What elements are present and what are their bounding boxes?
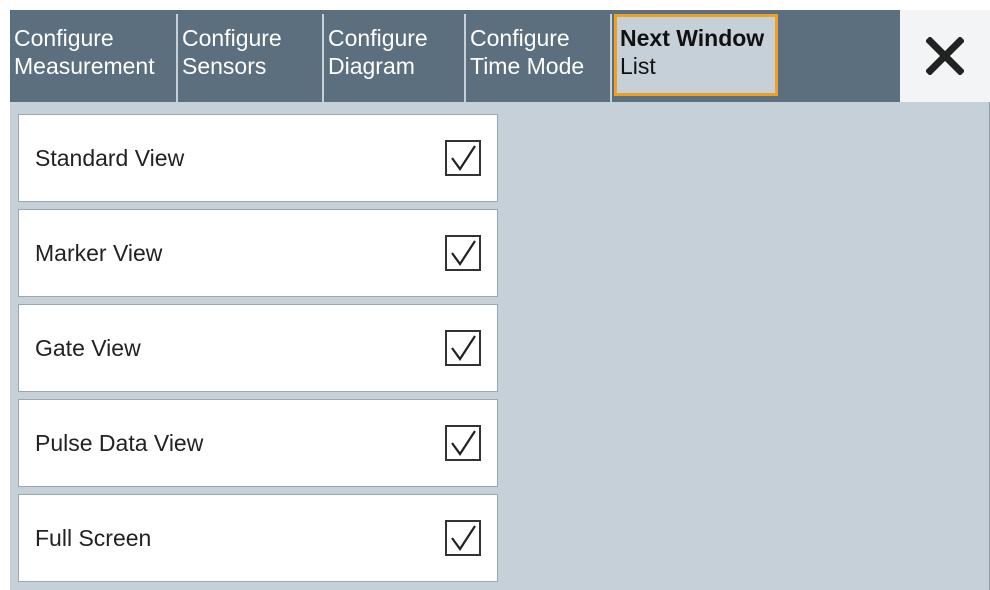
tab-label-line1: Configure [182, 25, 282, 51]
checkmark-icon [451, 525, 476, 551]
tab-configure-measurement[interactable]: Configure Measurement [10, 14, 178, 102]
list-item-label: Gate View [35, 335, 141, 361]
list-item-label: Full Screen [35, 525, 152, 551]
checkmark-icon [451, 335, 476, 361]
tab-label-line2: Sensors [182, 53, 267, 79]
checkmark-icon [451, 240, 476, 266]
pulse-data-view-checkbox[interactable] [445, 425, 481, 461]
tab-configure-sensors[interactable]: Configure Sensors [178, 14, 324, 102]
tab-label-line2: Time Mode [470, 53, 585, 79]
close-icon [926, 37, 964, 75]
checkmark-icon [451, 145, 476, 171]
list-item-full-screen[interactable]: Full Screen [18, 494, 498, 582]
list-item-pulse-data-view[interactable]: Pulse Data View [18, 399, 498, 487]
full-screen-checkbox[interactable] [445, 520, 481, 556]
tab-next-window-list[interactable]: Next Window List [614, 14, 778, 96]
tab-configure-time-mode[interactable]: Configure Time Mode [466, 14, 612, 102]
marker-view-checkbox[interactable] [445, 235, 481, 271]
list-item-label: Pulse Data View [35, 430, 204, 456]
list-item-gate-view[interactable]: Gate View [18, 304, 498, 392]
gate-view-checkbox[interactable] [445, 330, 481, 366]
close-button[interactable] [900, 10, 990, 102]
list-item-marker-view[interactable]: Marker View [18, 209, 498, 297]
tab-label-line2: List [620, 53, 656, 79]
tab-label-line1: Configure [14, 25, 114, 51]
window-list-dialog: Configure Measurement Configure Sensors … [10, 10, 990, 590]
tab-bar: Configure Measurement Configure Sensors … [10, 10, 990, 102]
standard-view-checkbox[interactable] [445, 140, 481, 176]
list-item-label: Marker View [35, 240, 163, 266]
tab-label-line2: Measurement [14, 53, 155, 79]
list-item-label: Standard View [35, 145, 185, 171]
list-item-standard-view[interactable]: Standard View [18, 114, 498, 202]
tab-label-line1: Configure [328, 25, 428, 51]
tab-label-line1: Next Window [620, 25, 765, 51]
tab-configure-diagram[interactable]: Configure Diagram [324, 14, 466, 102]
tab-label-line1: Configure [470, 25, 570, 51]
checkmark-icon [451, 430, 476, 456]
tab-label-line2: Diagram [328, 53, 415, 79]
